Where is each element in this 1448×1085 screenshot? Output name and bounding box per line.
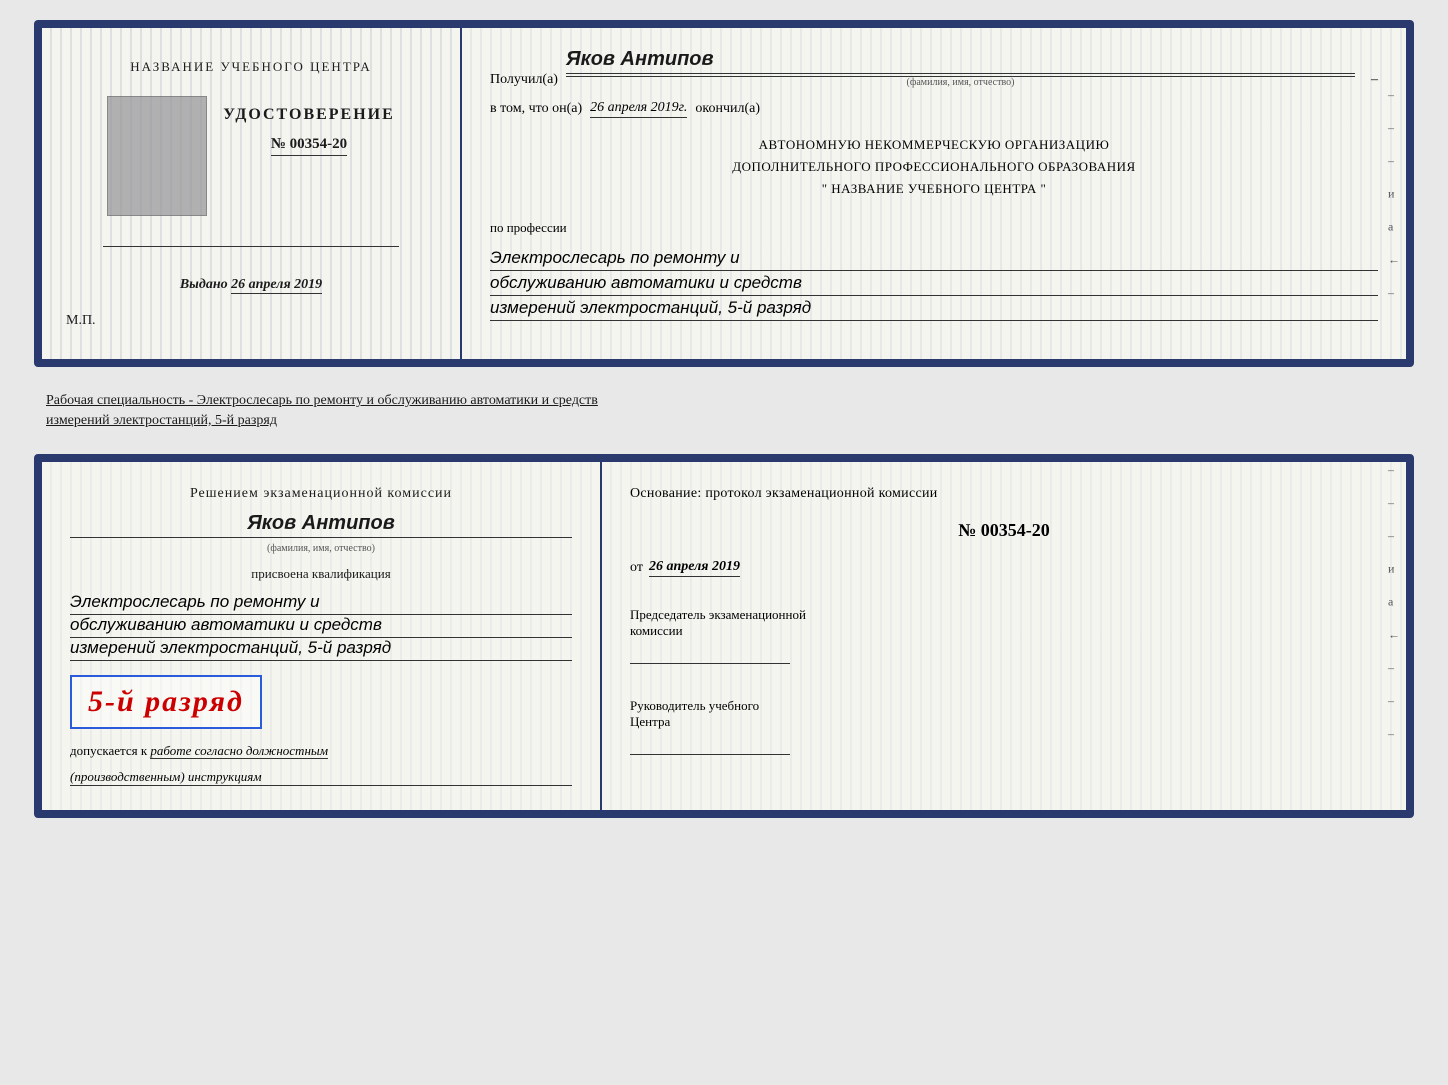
po-professii-label: по профессии bbox=[490, 220, 1378, 236]
vydano-label: Выдано bbox=[180, 277, 228, 292]
okoncil-label: окончил(а) bbox=[695, 101, 760, 117]
dash-separator: – bbox=[1371, 72, 1378, 88]
chairman-subtitle: комиссии bbox=[630, 623, 1378, 639]
dopuskaetsya-text2: (производственным) инструкциям bbox=[70, 769, 572, 786]
org-block: АВТОНОМНУЮ НЕКОММЕРЧЕСКУЮ ОРГАНИЗАЦИЮ ДО… bbox=[490, 134, 1378, 200]
osnovanie-label: Основание: протокол экзаменационной коми… bbox=[630, 486, 1378, 502]
qualification-block-top: Электрослесарь по ремонту и обслуживанию… bbox=[490, 248, 1378, 321]
completion-date: 26 апреля 2019г. bbox=[590, 100, 687, 118]
rukovoditel-title: Руководитель учебного bbox=[630, 698, 1378, 714]
separator-text-1: Рабочая специальность - Электрослесарь п… bbox=[46, 391, 1402, 411]
dopuskaetsya-text: работе согласно должностным bbox=[150, 743, 328, 759]
top-document: НАЗВАНИЕ УЧЕБНОГО ЦЕНТРА УДОСТОВЕРЕНИЕ №… bbox=[34, 20, 1414, 367]
top-right-panel: Получил(а) Яков Антипов (фамилия, имя, о… bbox=[462, 28, 1406, 359]
bottom-document: Решением экзаменационной комиссии Яков А… bbox=[34, 454, 1414, 818]
qual-line2: обслуживанию автоматики и средств bbox=[490, 273, 1378, 296]
dopuskaetsya-line: допускается к работе согласно должностны… bbox=[70, 743, 572, 759]
org-line3: " НАЗВАНИЕ УЧЕБНОГО ЦЕНТРА " bbox=[490, 178, 1378, 200]
qual-line1: Электрослесарь по ремонту и bbox=[490, 248, 1378, 271]
rukovoditel-block: Руководитель учебного Центра bbox=[630, 698, 1378, 755]
institution-name-top: НАЗВАНИЕ УЧЕБНОГО ЦЕНТРА bbox=[130, 58, 371, 76]
bottom-qual-line2: обслуживанию автоматики и средств bbox=[70, 615, 572, 638]
vtom-line: в том, что он(а) 26 апреля 2019г. окончи… bbox=[490, 100, 1378, 118]
org-line1: АВТОНОМНУЮ НЕКОММЕРЧЕСКУЮ ОРГАНИЗАЦИЮ bbox=[490, 134, 1378, 156]
dopuskaetsya-prefix: допускается к bbox=[70, 743, 147, 758]
fio-hint-bottom: (фамилия, имя, отчество) bbox=[267, 543, 375, 554]
fio-hint-top: (фамилия, имя, отчество) bbox=[566, 76, 1355, 88]
poluchil-label: Получил(а) bbox=[490, 72, 558, 88]
protocol-date: 26 апреля 2019 bbox=[649, 559, 740, 577]
bottom-qual-block: Электрослесарь по ремонту и обслуживанию… bbox=[70, 592, 572, 661]
separator-text-2: измерений электростанций, 5-й разряд bbox=[46, 411, 1402, 431]
komissia-header: Решением экзаменационной комиссии bbox=[70, 486, 572, 502]
rukovoditel-subtitle: Центра bbox=[630, 714, 1378, 730]
prisvoena-label: присвоена квалификация bbox=[70, 566, 572, 582]
org-line2: ДОПОЛНИТЕЛЬНОГО ПРОФЕССИОНАЛЬНОГО ОБРАЗО… bbox=[490, 156, 1378, 178]
udostoverenie-label: УДОСТОВЕРЕНИЕ bbox=[223, 106, 395, 124]
right-side-marks-bottom: – – – и а ← – – – bbox=[1388, 462, 1400, 741]
rukovoditel-signature-line bbox=[630, 754, 790, 755]
bottom-qual-line3: измерений электростанций, 5-й разряд bbox=[70, 638, 572, 661]
komissia-name: Яков Антипов bbox=[247, 512, 395, 535]
vydano-date: 26 апреля 2019 bbox=[231, 277, 322, 294]
ot-prefix: от bbox=[630, 560, 643, 576]
top-left-panel: НАЗВАНИЕ УЧЕБНОГО ЦЕНТРА УДОСТОВЕРЕНИЕ №… bbox=[42, 28, 462, 359]
razryad-box: 5-й разряд bbox=[70, 675, 262, 729]
separator-area: Рабочая специальность - Электрослесарь п… bbox=[34, 383, 1414, 438]
vydano-line: Выдано 26 апреля 2019 bbox=[180, 277, 322, 293]
protocol-date-line: от 26 апреля 2019 bbox=[630, 559, 1378, 577]
recipient-name: Яков Антипов bbox=[566, 48, 1355, 74]
chairman-signature-line bbox=[630, 663, 790, 664]
komissia-name-block: Яков Антипов (фамилия, имя, отчество) bbox=[70, 512, 572, 556]
bottom-qual-line1: Электрослесарь по ремонту и bbox=[70, 592, 572, 615]
qual-line3: измерений электростанций, 5-й разряд bbox=[490, 298, 1378, 321]
chairman-title: Председатель экзаменационной bbox=[630, 607, 1378, 623]
protocol-number: № 00354-20 bbox=[630, 520, 1378, 541]
mp-label: М.П. bbox=[66, 313, 96, 329]
chairman-block: Председатель экзаменационной комиссии bbox=[630, 607, 1378, 664]
bottom-left-panel: Решением экзаменационной комиссии Яков А… bbox=[42, 462, 602, 810]
vtom-prefix: в том, что он(а) bbox=[490, 101, 582, 117]
receiver-section: Получил(а) Яков Антипов (фамилия, имя, о… bbox=[490, 48, 1378, 88]
right-side-marks-top: – – – и а ← – bbox=[1388, 87, 1400, 300]
photo-placeholder bbox=[107, 96, 207, 216]
razryad-text: 5-й разряд bbox=[88, 685, 244, 718]
bottom-right-panel: Основание: протокол экзаменационной коми… bbox=[602, 462, 1406, 810]
top-doc-number: № 00354-20 bbox=[271, 136, 347, 156]
